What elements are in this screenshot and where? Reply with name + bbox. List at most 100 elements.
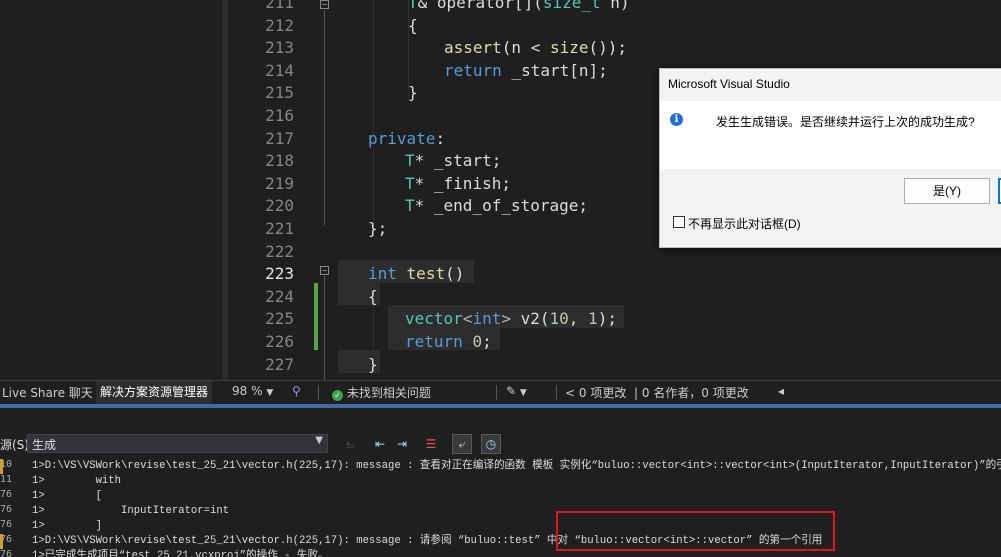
left-panel xyxy=(0,0,222,383)
word-wrap-icon[interactable]: ⤶ xyxy=(452,434,472,454)
clear-all-icon[interactable]: ☰ xyxy=(421,434,441,454)
line-number: 214 xyxy=(265,60,294,80)
line-number: 221 xyxy=(265,219,294,238)
line-number: 223 xyxy=(265,264,294,284)
fold-toggle-icon[interactable]: − xyxy=(320,266,329,275)
code-token: } xyxy=(368,354,378,374)
code-token: * _end_of_storage; xyxy=(414,196,589,216)
cleanup-icon[interactable]: ✎ ▼ xyxy=(506,384,527,398)
timestamp-clock-icon[interactable]: ◷ xyxy=(481,434,501,454)
fold-line xyxy=(324,276,325,383)
line-number: 216 xyxy=(265,106,294,125)
yes-button[interactable]: 是(Y) xyxy=(904,178,990,204)
code-token: T xyxy=(405,151,415,171)
code-line: T* _start; xyxy=(405,150,501,173)
code-token: int xyxy=(472,309,502,329)
code-token: }; xyxy=(368,219,388,238)
code-token: n) xyxy=(600,0,630,12)
divider xyxy=(318,385,319,400)
previous-message-icon[interactable]: ⇤ xyxy=(370,434,390,454)
output-line[interactable]: 1> ] xyxy=(32,519,102,534)
output-panel: 源(S): 生成 ▼ ⎁ ⇤ ⇥ ☰ ⤶ ◷ 10 1>D:\VS\VSWork\… xyxy=(0,408,1001,557)
line-number: 211 xyxy=(265,0,294,12)
tab-live-share[interactable]: Live Share 聊天 xyxy=(2,384,93,401)
find-message-icon[interactable]: ⎁ xyxy=(340,434,360,454)
code-line: private: xyxy=(368,128,445,151)
line-number: 218 xyxy=(265,151,294,171)
output-line[interactable]: 1>已完成生成项目“test_25_21.vcxproj”的操作 - 失败。 xyxy=(32,549,329,557)
code-line: T& operator[](size_t n) xyxy=(408,0,630,15)
divider xyxy=(556,385,557,400)
code-token: int xyxy=(368,264,397,284)
code-token: * _finish; xyxy=(414,173,511,193)
next-message-icon[interactable]: ⇥ xyxy=(392,434,412,454)
line-number: 217 xyxy=(265,128,294,148)
code-token: : xyxy=(435,128,446,148)
tab-solution-explorer[interactable]: 解决方案资源管理器 xyxy=(96,381,213,404)
dialog-title: Microsoft Visual Studio xyxy=(668,77,790,91)
code-token: < xyxy=(462,309,473,329)
code-token: assert xyxy=(444,38,502,58)
output-source-select[interactable]: 生成 ▼ xyxy=(27,434,328,453)
code-token: , xyxy=(568,309,589,329)
code-token: { xyxy=(408,15,418,35)
indent-guide xyxy=(373,305,374,351)
brush-icon[interactable]: ⚲ xyxy=(292,384,301,398)
code-line: int test() xyxy=(368,263,464,286)
code-token: { xyxy=(368,286,378,306)
code-token: v2( xyxy=(510,309,550,329)
code-line: vector<int> v2(10, 1); xyxy=(405,308,617,331)
info-icon: i xyxy=(670,113,683,126)
divider xyxy=(496,385,497,400)
line-number: 212 xyxy=(265,15,294,35)
code-token: (n < xyxy=(501,38,550,58)
fold-line xyxy=(324,10,325,225)
dialog-message: 发生生成错误。是否继续并运行上次的成功生成? xyxy=(716,115,975,129)
code-line: { xyxy=(368,286,378,309)
output-source-value: 生成 xyxy=(32,438,57,452)
output-line[interactable]: 1> with xyxy=(32,474,121,489)
code-token: T xyxy=(408,0,418,12)
code-token: 1 xyxy=(588,309,598,329)
changes-indicator[interactable]: < 0 项更改 xyxy=(565,384,626,401)
line-number: 227 xyxy=(265,354,294,374)
code-token: () xyxy=(445,264,465,284)
scroll-left-icon[interactable]: ◂ xyxy=(778,384,784,398)
zoom-value: 98 % xyxy=(232,384,263,398)
authors-label: 0 名作者，0 项更改 xyxy=(641,386,749,400)
code-token: ()); xyxy=(588,38,628,58)
output-line[interactable]: 1> InputIterator=int xyxy=(32,504,229,519)
warning-marker xyxy=(0,534,3,549)
code-token: test xyxy=(406,264,446,284)
issues-indicator[interactable]: ✓ 未找到相关问题 xyxy=(332,384,431,401)
change-indicator xyxy=(314,283,318,350)
code-line: } xyxy=(408,82,418,105)
dont-show-checkbox[interactable] xyxy=(673,216,685,228)
zoom-dropdown[interactable]: 98 % ▼ xyxy=(232,384,273,398)
message-dialog: Microsoft Visual Studio i 发生生成错误。是否继续并运行… xyxy=(659,68,1001,248)
line-number: 226 xyxy=(265,332,294,351)
code-token: size_t xyxy=(542,0,601,12)
code-line: } xyxy=(368,354,378,377)
line-number: 215 xyxy=(265,83,294,103)
code-token: 10 xyxy=(549,309,569,329)
indent-guide xyxy=(373,0,374,236)
output-gutter: 11 xyxy=(0,474,13,485)
issues-label: 未找到相关问题 xyxy=(346,386,431,400)
chevron-down-icon: ▼ xyxy=(519,388,527,398)
code-token: return xyxy=(405,332,463,351)
authors-indicator[interactable]: | 0 名作者，0 项更改 xyxy=(634,384,749,401)
code-line: assert(n < size()); xyxy=(444,37,627,60)
code-token: & operator[]( xyxy=(417,0,543,12)
code-token: vector xyxy=(405,309,463,329)
code-line: T* _finish; xyxy=(405,173,511,196)
output-gutter: 76 xyxy=(0,489,13,500)
code-line: return 0; xyxy=(405,331,492,354)
fold-toggle-icon[interactable]: − xyxy=(320,0,329,9)
code-line: return _start[n]; xyxy=(444,60,608,83)
code-token: * _start; xyxy=(414,151,502,171)
output-line[interactable]: 1>D:\VS\VSWork\revise\test_25_21\vector.… xyxy=(32,459,1001,474)
output-line[interactable]: 1> [ xyxy=(32,489,102,504)
line-number: 219 xyxy=(265,173,294,193)
